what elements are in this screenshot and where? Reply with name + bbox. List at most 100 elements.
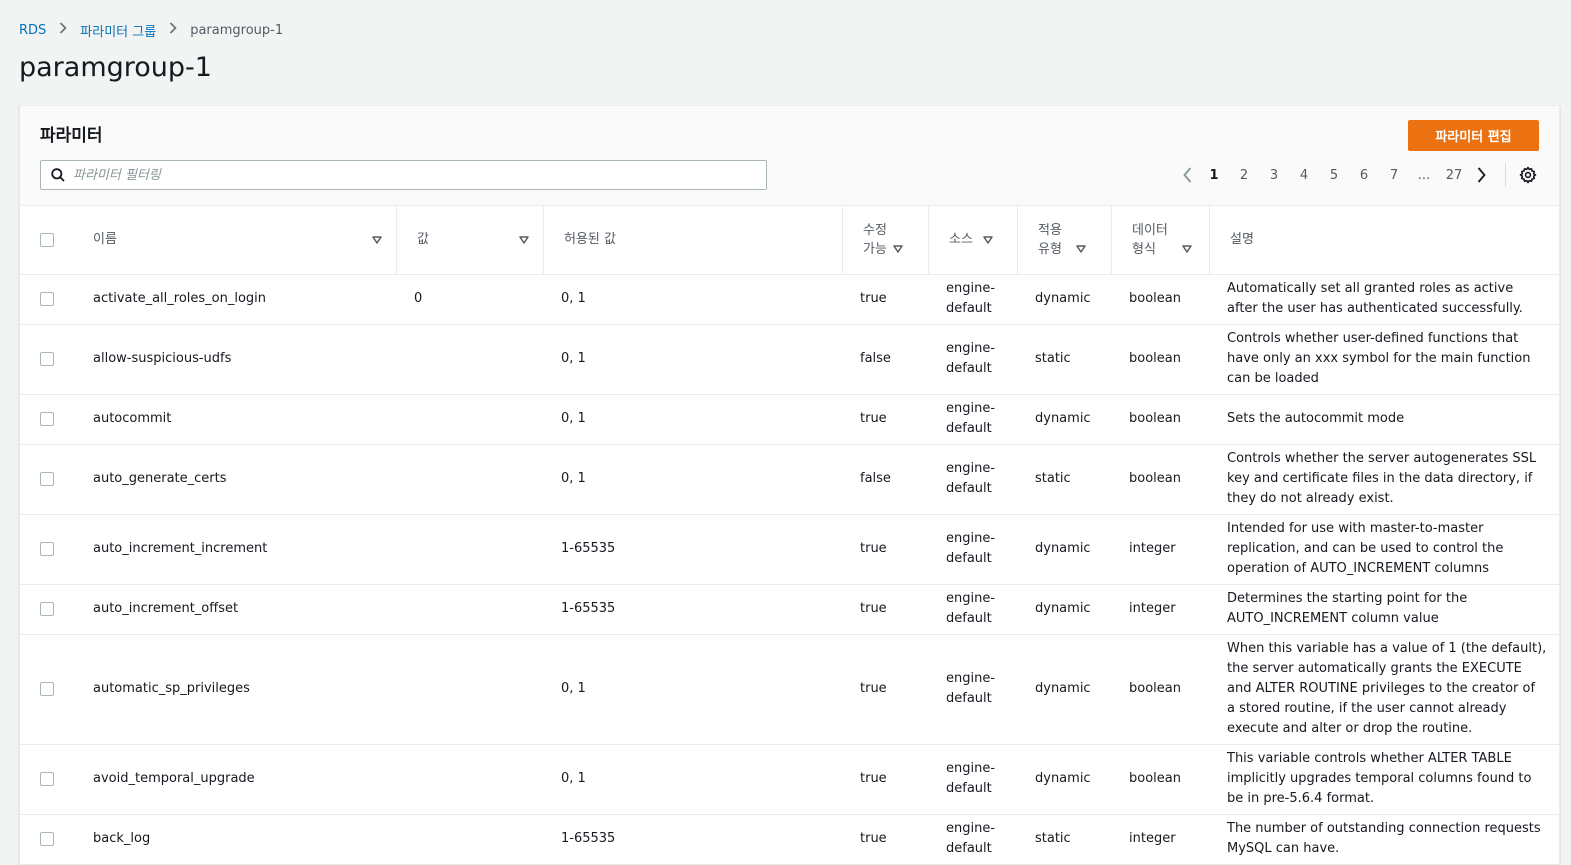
cell-apply-type: static xyxy=(1017,324,1111,395)
page-1[interactable]: 1 xyxy=(1199,168,1229,183)
cell-data-type: boolean xyxy=(1111,744,1209,815)
column-label-datatype-line1: 데이터 xyxy=(1132,222,1168,238)
cell-modifiable: true xyxy=(842,814,928,865)
column-label-value: 값 xyxy=(417,232,429,248)
table-row[interactable]: autocommit 0, 1 true engine-default dynamic b… xyxy=(20,394,1559,445)
table-row[interactable]: auto_generate_certs 0, 1 false engine-defau… xyxy=(20,444,1559,515)
page-3[interactable]: 3 xyxy=(1259,168,1289,183)
row-select-cell xyxy=(20,744,73,815)
cell-source: engine-default xyxy=(928,394,1017,445)
page-2[interactable]: 2 xyxy=(1229,168,1259,183)
cell-description: Controls whether the server autogenerate… xyxy=(1209,444,1559,515)
parameters-panel: 파라미터 파라미터 편집 1 2 3 4 5 6 7 ... 27 xyxy=(19,105,1560,865)
page-7[interactable]: 7 xyxy=(1379,168,1409,183)
chevron-right-icon xyxy=(58,22,68,38)
cell-modifiable: false xyxy=(842,444,928,515)
cell-apply-type: dynamic xyxy=(1017,634,1111,745)
cell-source: engine-default xyxy=(928,274,1017,325)
cell-source: engine-default xyxy=(928,634,1017,745)
column-label-data-type: 데이터 형식 xyxy=(1132,221,1168,259)
row-checkbox[interactable] xyxy=(40,541,54,556)
row-checkbox[interactable] xyxy=(40,831,54,846)
cell-allowed-values: 1-65535 xyxy=(543,514,842,585)
cell-name: auto_increment_offset xyxy=(73,584,396,635)
row-checkbox[interactable] xyxy=(40,411,54,426)
row-select-cell xyxy=(20,444,73,515)
table-row[interactable]: auto_increment_offset 1-65535 true engine-d… xyxy=(20,584,1559,635)
header-select-all xyxy=(20,206,73,275)
cell-allowed-values: 0, 1 xyxy=(543,744,842,815)
cell-name: auto_increment_increment xyxy=(73,514,396,585)
row-checkbox[interactable] xyxy=(40,351,54,366)
settings-gear-icon[interactable] xyxy=(1516,164,1540,186)
sort-down-icon xyxy=(372,236,382,244)
column-label-name: 이름 xyxy=(93,232,117,248)
cell-apply-type: static xyxy=(1017,814,1111,865)
row-checkbox[interactable] xyxy=(40,681,54,696)
row-select-cell xyxy=(20,814,73,865)
cell-modifiable: true xyxy=(842,514,928,585)
search-icon xyxy=(51,168,65,182)
table-row[interactable]: allow-suspicious-udfs 0, 1 false engine-def… xyxy=(20,324,1559,395)
cell-allowed-values: 0, 1 xyxy=(543,444,842,515)
cell-description: When this variable has a value of 1 (the… xyxy=(1209,634,1559,745)
row-checkbox[interactable] xyxy=(40,601,54,616)
previous-page-icon[interactable] xyxy=(1175,164,1199,186)
page-title: paramgroup-1 xyxy=(19,52,212,83)
sort-down-icon xyxy=(893,245,903,253)
column-header-value[interactable]: 값 xyxy=(396,206,543,275)
row-select-cell xyxy=(20,324,73,395)
column-header-allowed-values: 허용된 값 xyxy=(543,206,842,275)
cell-value: 0 xyxy=(396,274,543,325)
column-label-modifiable-line2: 가능 xyxy=(863,241,887,257)
column-label-source: 소스 xyxy=(949,232,973,248)
page-5[interactable]: 5 xyxy=(1319,168,1349,183)
column-header-data-type[interactable]: 데이터 형식 xyxy=(1111,206,1209,275)
table-row[interactable]: back_log 1-65535 true engine-default static i… xyxy=(20,814,1559,865)
table-row[interactable]: activate_all_roles_on_login 0 0, 1 true engi… xyxy=(20,274,1559,325)
next-page-icon[interactable] xyxy=(1469,164,1493,186)
sort-down-icon xyxy=(983,236,993,244)
column-header-source[interactable]: 소스 xyxy=(928,206,1017,275)
column-label-apply-type: 적용 유형 xyxy=(1038,221,1062,259)
row-checkbox[interactable] xyxy=(40,291,54,306)
cell-description: This variable controls whether ALTER TAB… xyxy=(1209,744,1559,815)
page-last[interactable]: 27 xyxy=(1439,168,1469,183)
table-row[interactable]: automatic_sp_privileges 0, 1 true engine-de… xyxy=(20,634,1559,745)
cell-value xyxy=(396,514,543,585)
cell-modifiable: false xyxy=(842,324,928,395)
cell-name: avoid_temporal_upgrade xyxy=(73,744,396,815)
row-select-cell xyxy=(20,514,73,585)
breadcrumb-parameter-groups-link[interactable]: 파라미터 그룹 xyxy=(80,21,156,40)
cell-apply-type: dynamic xyxy=(1017,744,1111,815)
breadcrumb-rds-link[interactable]: RDS xyxy=(19,23,46,38)
pagination-divider xyxy=(1505,163,1506,187)
table-row[interactable]: auto_increment_increment 1-65535 true engin… xyxy=(20,514,1559,585)
column-header-modifiable[interactable]: 수정 가능 xyxy=(842,206,928,275)
page-4[interactable]: 4 xyxy=(1289,168,1319,183)
cell-apply-type: dynamic xyxy=(1017,584,1111,635)
cell-source: engine-default xyxy=(928,814,1017,865)
row-checkbox[interactable] xyxy=(40,771,54,786)
cell-name: allow-suspicious-udfs xyxy=(73,324,396,395)
column-header-name[interactable]: 이름 xyxy=(73,206,396,275)
row-select-cell xyxy=(20,634,73,745)
parameter-filter-input[interactable] xyxy=(73,167,753,183)
page-6[interactable]: 6 xyxy=(1349,168,1379,183)
table-row[interactable]: avoid_temporal_upgrade 0, 1 true engine-def… xyxy=(20,744,1559,815)
edit-parameters-button[interactable]: 파라미터 편집 xyxy=(1408,120,1539,151)
cell-allowed-values: 0, 1 xyxy=(543,634,842,745)
cell-data-type: integer xyxy=(1111,514,1209,585)
cell-source: engine-default xyxy=(928,584,1017,635)
row-select-cell xyxy=(20,584,73,635)
panel-title: 파라미터 xyxy=(40,126,103,146)
cell-name: automatic_sp_privileges xyxy=(73,634,396,745)
select-all-checkbox[interactable] xyxy=(40,232,54,247)
cell-apply-type: dynamic xyxy=(1017,514,1111,585)
sort-down-icon xyxy=(519,236,529,244)
column-header-apply-type[interactable]: 적용 유형 xyxy=(1017,206,1111,275)
column-label-apply-line2: 유형 xyxy=(1038,241,1062,257)
cell-description: The number of outstanding connection req… xyxy=(1209,814,1559,865)
row-checkbox[interactable] xyxy=(40,471,54,486)
cell-allowed-values: 0, 1 xyxy=(543,324,842,395)
